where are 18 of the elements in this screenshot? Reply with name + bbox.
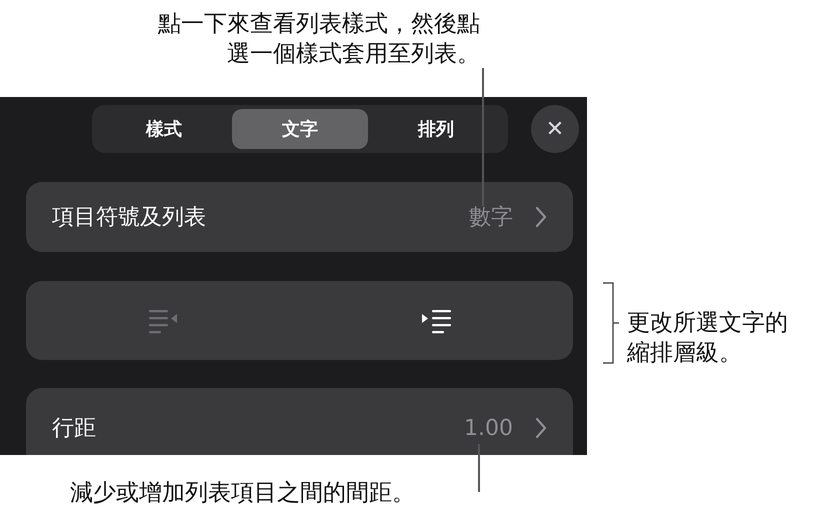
leader-line [478,444,480,492]
tab[interactable]: 文字 [232,109,368,149]
callout-text: 縮排層級。 [627,339,743,368]
settings-row[interactable]: 項目符號及列表 數字 [26,182,573,252]
callout-text: 選一個樣式套用至列表。 [226,40,480,69]
callout-text: 更改所選文字的 [627,309,788,338]
tab[interactable]: 排列 [368,109,504,149]
chevron-icon [535,417,547,439]
row-label: 行距 [52,415,97,443]
chevron-icon [535,206,547,228]
row-value: 數字 [469,204,513,232]
row-label: 項目符號及列表 [52,204,207,232]
callout-text: 減少或增加列表項目之間的間距。 [70,479,416,508]
close-button[interactable]: ✕ [531,105,579,153]
settings-row[interactable]: 行距 1.00 [26,388,573,455]
row-value: 1.00 [464,416,513,440]
tab[interactable]: 樣式 [96,109,232,149]
callout-text: 點一下來查看列表樣式，然後點 [157,10,480,39]
